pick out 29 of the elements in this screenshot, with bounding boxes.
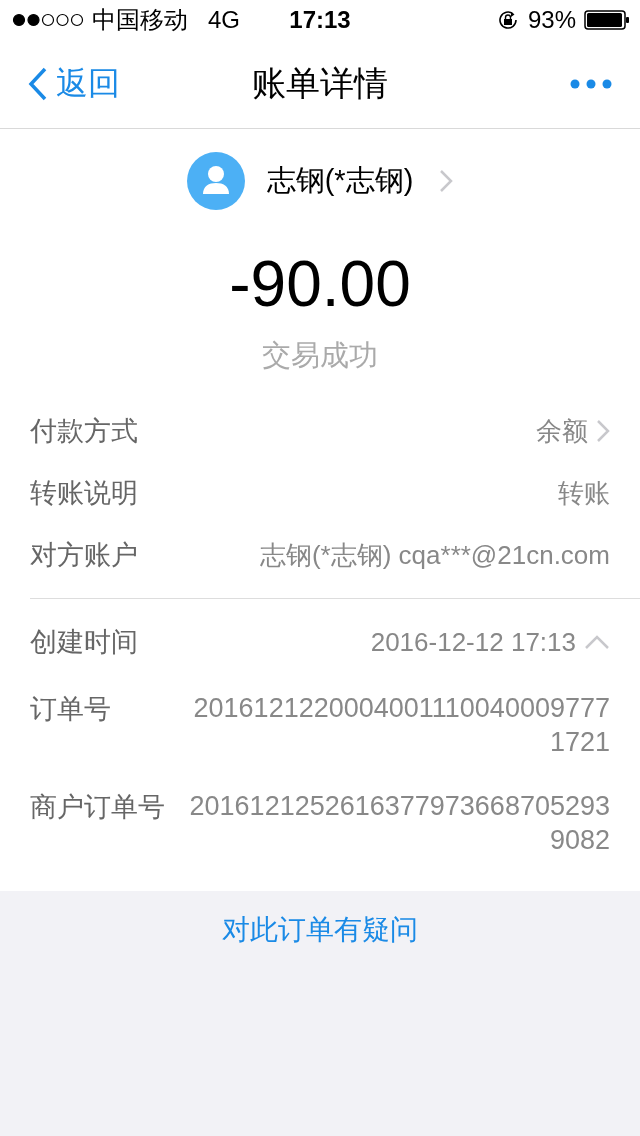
avatar-icon [186,152,245,210]
battery-percent: 93% [527,6,576,34]
question-link[interactable]: 对此订单有疑问 [222,911,418,949]
detail-label: 创建时间 [30,626,138,659]
detail-value: 20161212200040011100400097771721 [192,692,610,759]
page-title: 账单详情 [252,63,388,104]
detail-label: 订单号 [30,693,111,726]
detail-label: 商户订单号 [30,791,165,824]
detail-value: 余额 [536,414,588,448]
detail-value: 志钢(*志钢) cqa***@21cn.com [259,538,610,572]
payee-link[interactable]: 志钢(*志钢) [0,129,640,210]
detail-label: 转账说明 [30,477,138,510]
carrier-name: 中国移动 [92,5,188,35]
detail-value: 20161212526163779736687052939082 [188,790,610,857]
collapse-icon[interactable] [584,634,610,650]
more-icon[interactable] [570,79,612,89]
back-button[interactable]: 返回 [28,62,120,106]
network-type: 4G [208,6,240,34]
detail-value: 转账 [558,476,610,510]
signal-icon [12,13,84,27]
transaction-status: 交易成功 [261,338,379,373]
chevron-icon[interactable] [596,419,610,443]
clock-time: 17:13 [289,6,351,34]
detail-value: 2016-12-12 17:13 [370,626,576,658]
amount-value: -90.00 [228,252,412,316]
battery-icon [584,10,630,30]
detail-label: 对方账户 [30,539,138,572]
chevron-icon [439,169,454,193]
detail-label: 付款方式 [30,415,138,448]
